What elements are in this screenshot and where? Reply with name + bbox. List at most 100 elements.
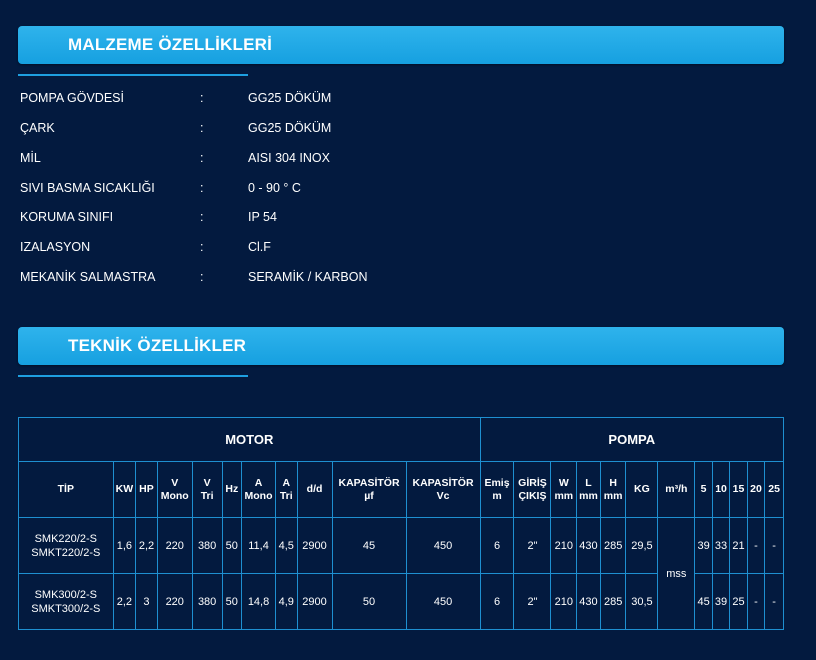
spec-value: GG25 DÖKÜM xyxy=(248,121,332,135)
cell-hz: 50 xyxy=(221,573,243,630)
cell-v-tri: 380 xyxy=(191,573,223,630)
technical-section-underline xyxy=(18,375,248,377)
cell-width: 210 xyxy=(550,573,578,630)
spec-key: MEKANİK SALMASTRA xyxy=(20,270,156,284)
cell-flow-5: 45 xyxy=(694,573,713,630)
cell-capacitor-uf: 50 xyxy=(331,573,407,630)
cell-width: 210 xyxy=(550,517,578,574)
cell-inlet-outlet: 2" xyxy=(513,517,552,574)
col-header-capacitor-vc: KAPASİTÖR Vc xyxy=(405,461,481,518)
cell-v-tri: 380 xyxy=(191,517,223,574)
col-header-a-mono: A Mono xyxy=(241,461,276,518)
pump-group-header: POMPA xyxy=(479,417,785,462)
spec-value: GG25 DÖKÜM xyxy=(248,91,332,105)
cell-flow-20: - xyxy=(746,517,766,574)
cell-flow-25: - xyxy=(764,517,784,574)
material-section-underline xyxy=(18,74,248,76)
cell-flow-15: 25 xyxy=(729,573,748,630)
col-header-flow-25: 25 xyxy=(764,461,784,518)
spec-value: AISI 304 INOX xyxy=(248,151,330,165)
technical-specs-table: MOTOR POMPA TİP KW HP V Mono V Tri Hz A Mon… xyxy=(18,417,785,630)
cell-flow-20: - xyxy=(746,573,766,630)
cell-kw: 2,2 xyxy=(112,573,137,630)
cell-rpm: 2900 xyxy=(296,517,333,574)
spec-separator: : xyxy=(200,121,204,135)
motor-group-header: MOTOR xyxy=(18,417,481,462)
spec-value: Cl.F xyxy=(248,240,271,254)
spec-key: POMPA GÖVDESİ xyxy=(20,91,124,105)
spec-key: IZALASYON xyxy=(20,240,91,254)
spec-value: 0 - 90 ° C xyxy=(248,181,301,195)
spec-value: SERAMİK / KARBON xyxy=(248,270,368,284)
cell-inlet-outlet: 2" xyxy=(513,573,552,630)
technical-section-header: TEKNİK ÖZELLİKLER xyxy=(18,327,784,365)
table-column-header-row: TİP KW HP V Mono V Tri Hz A Mono A Tri d/d K… xyxy=(18,461,784,518)
col-header-height: Hmm xyxy=(599,461,627,518)
cell-length: 430 xyxy=(576,573,601,630)
col-header-rpm: d/d xyxy=(296,461,333,518)
cell-length: 430 xyxy=(576,517,601,574)
cell-capacitor-vc: 450 xyxy=(405,517,481,574)
cell-hz: 50 xyxy=(221,517,243,574)
cell-v-mono: 220 xyxy=(156,573,193,630)
col-header-flow-20: 20 xyxy=(746,461,766,518)
cell-a-mono: 14,8 xyxy=(241,573,276,630)
spec-separator: : xyxy=(200,240,204,254)
col-header-flow-10: 10 xyxy=(711,461,731,518)
cell-flow-10: 33 xyxy=(711,517,731,574)
col-header-length: Lmm xyxy=(576,461,601,518)
cell-a-tri: 4,9 xyxy=(274,573,298,630)
table-group-header-row: MOTOR POMPA xyxy=(18,417,785,462)
cell-hp: 3 xyxy=(135,573,158,630)
cell-suction: 6 xyxy=(479,573,515,630)
col-header-flow-unit: m³/h xyxy=(657,461,696,518)
spec-key: KORUMA SINIFI xyxy=(20,210,114,224)
col-header-hz: Hz xyxy=(221,461,243,518)
table-row: SMK220/2-S SMKT220/2-S 1,6 2,2 220 380 50… xyxy=(18,517,784,630)
spec-separator: : xyxy=(200,181,204,195)
cell-rpm: 2900 xyxy=(296,573,333,630)
spec-key: MİL xyxy=(20,151,41,165)
cell-height: 285 xyxy=(599,517,627,574)
spec-value: IP 54 xyxy=(248,210,277,224)
spec-separator: : xyxy=(200,151,204,165)
col-header-hp: HP xyxy=(135,461,158,518)
cell-a-mono: 11,4 xyxy=(241,517,276,574)
col-header-a-tri: A Tri xyxy=(274,461,298,518)
col-header-suction: Emiş m xyxy=(479,461,515,518)
col-header-width: Wmm xyxy=(550,461,578,518)
col-header-kw: KW xyxy=(112,461,137,518)
col-header-capacitor-uf: KAPASİTÖR µf xyxy=(331,461,407,518)
cell-flow-15: 21 xyxy=(729,517,748,574)
cell-a-tri: 4,5 xyxy=(274,517,298,574)
col-header-v-mono: V Mono xyxy=(156,461,193,518)
cell-hp: 2,2 xyxy=(135,517,158,574)
cell-capacitor-uf: 45 xyxy=(331,517,407,574)
cell-flow-10: 39 xyxy=(711,573,731,630)
col-header-flow-15: 15 xyxy=(729,461,748,518)
cell-kw: 1,6 xyxy=(112,517,137,574)
cell-height: 285 xyxy=(599,573,627,630)
spec-key: SIVI BASMA SICAKLIĞI xyxy=(20,181,155,195)
col-header-inlet-outlet: GİRİŞ ÇIKIŞ xyxy=(513,461,552,518)
spec-separator: : xyxy=(200,91,204,105)
cell-capacitor-vc: 450 xyxy=(405,573,481,630)
spec-key: ÇARK xyxy=(20,121,55,135)
cell-suction: 6 xyxy=(479,517,515,574)
cell-type: SMK300/2-S SMKT300/2-S xyxy=(18,573,114,630)
cell-flow-25: - xyxy=(764,573,784,630)
col-header-weight: KG xyxy=(625,461,659,518)
cell-v-mono: 220 xyxy=(156,517,193,574)
cell-type: SMK220/2-S SMKT220/2-S xyxy=(18,517,114,574)
col-header-flow-5: 5 xyxy=(694,461,713,518)
col-header-type: TİP xyxy=(18,461,114,518)
cell-flow-5: 39 xyxy=(694,517,713,574)
cell-head-unit: mss xyxy=(657,517,696,630)
spec-separator: : xyxy=(200,270,204,284)
cell-weight: 30,5 xyxy=(625,573,659,630)
technical-section-title: TEKNİK ÖZELLİKLER xyxy=(68,336,247,355)
material-section-header: MALZEME ÖZELLİKLERİ xyxy=(18,26,784,64)
cell-weight: 29,5 xyxy=(625,517,659,574)
col-header-v-tri: V Tri xyxy=(191,461,223,518)
spec-separator: : xyxy=(200,210,204,224)
